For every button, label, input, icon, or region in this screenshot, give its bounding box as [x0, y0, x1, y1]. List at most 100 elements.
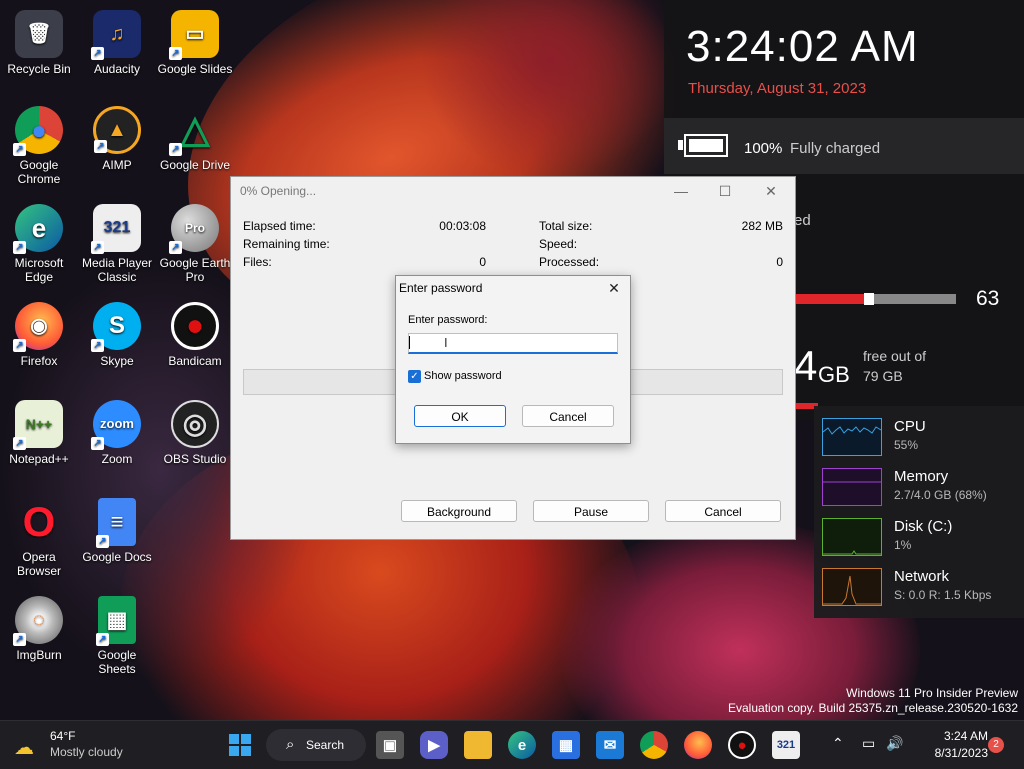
chrome-icon: ● ↗ — [13, 106, 63, 156]
widget-date: Thursday, August 31, 2023 — [688, 80, 867, 97]
desktop-icon-label: Zoom — [101, 452, 133, 466]
microsoft-store-icon[interactable]: ▦ — [552, 731, 580, 759]
file-explorer-icon[interactable] — [464, 731, 492, 759]
obs-icon: ◎ — [171, 400, 219, 448]
desktop-icon-recycle-bin[interactable]: 🗑 Recycle Bin — [0, 10, 78, 76]
desktop-icon-imgburn[interactable]: ◌ ↗ ImgBurn — [0, 596, 78, 662]
ok-button[interactable]: OK — [414, 405, 506, 427]
disk-total: 79 GB — [863, 368, 903, 384]
elapsed-time-label: Elapsed time: — [243, 219, 316, 233]
desktop-icon-opera-browser[interactable]: O Opera Browser — [0, 498, 78, 579]
edge-taskbar-icon[interactable]: e — [508, 731, 536, 759]
taskbar-search[interactable]: ⌕ Search — [266, 729, 366, 761]
cpu-graph — [822, 418, 882, 456]
password-dialog-close-icon[interactable]: ✕ — [602, 278, 626, 298]
bandicam-icon: ● — [171, 302, 219, 350]
skype-icon: S ↗ — [91, 302, 141, 352]
desktop-icon-notepad-plus-plus[interactable]: N++ ↗ Notepad++ — [0, 400, 78, 466]
desktop-icon-skype[interactable]: S ↗ Skype — [78, 302, 156, 368]
processed-label: Processed: — [539, 255, 600, 269]
password-input[interactable] — [408, 333, 618, 354]
chevron-up-icon[interactable]: ⌃ — [832, 735, 844, 752]
desktop-icon-label: Google Chrome — [17, 158, 61, 186]
password-dialog: Enter password ✕ Enter password: I ✓ Sho… — [395, 275, 631, 444]
desktop-icon-google-docs[interactable]: ≡ ↗ Google Docs — [78, 498, 156, 564]
network-graph — [822, 568, 882, 606]
desktop-icon-label: Microsoft Edge — [14, 256, 64, 284]
desktop-icon-google-sheets[interactable]: ▦ ↗ Google Sheets — [78, 596, 156, 676]
desktop-icon-bandicam[interactable]: ● Bandicam — [156, 302, 234, 368]
search-label: Search — [306, 738, 345, 752]
weather-widget[interactable]: ☁ — [14, 731, 44, 759]
notification-badge[interactable]: 2 — [988, 737, 1004, 753]
speed-label: Speed: — [539, 237, 578, 251]
monitor-name: CPU — [894, 418, 926, 435]
firefox-taskbar-icon[interactable] — [684, 731, 712, 759]
files-label: Files: — [243, 255, 272, 269]
watermark-line-2: Evaluation copy. Build 25375.zn_release.… — [728, 701, 1018, 715]
audacity-icon: ♫ ↗ — [91, 10, 141, 60]
disk-graph — [822, 518, 882, 556]
close-button[interactable]: ✕ — [749, 179, 793, 203]
desktop-icon-google-earth-pro[interactable]: Pro ↗ Google Earth Pro — [156, 204, 234, 284]
monitor-row-disk[interactable]: Disk (C:) 1% — [822, 514, 1022, 558]
desktop-icon-label: Google Docs — [82, 550, 152, 564]
taskbar-time: 3:24 AM — [943, 729, 988, 743]
google-docs-icon: ≡ ↗ — [96, 498, 136, 548]
network-icon[interactable]: ▭ — [862, 735, 875, 752]
desktop-icon-label: Google Slides — [157, 62, 233, 76]
media-player-icon: 321 ↗ — [91, 204, 141, 254]
desktop-icon-label: OBS Studio — [163, 452, 227, 466]
desktop-icon-label: Google Sheets — [97, 648, 137, 676]
desktop-icon-microsoft-edge[interactable]: e ↗ Microsoft Edge — [0, 204, 78, 284]
windows-watermark: Windows 11 Pro Insider Preview Evaluatio… — [728, 686, 1018, 716]
maximize-button[interactable]: ☐ — [703, 179, 747, 203]
desktop-icon-google-chrome[interactable]: ● ↗ Google Chrome — [0, 106, 78, 186]
task-view-icon[interactable]: ▣ — [376, 731, 404, 759]
monitor-row-memory[interactable]: Memory 2.7/4.0 GB (68%) — [822, 464, 1022, 508]
recycle-bin-icon: 🗑 — [15, 10, 63, 58]
start-button[interactable] — [226, 731, 254, 759]
total-size-label: Total size: — [539, 219, 593, 233]
memory-graph — [822, 468, 882, 506]
zoom-icon: zoom ↗ — [91, 400, 141, 450]
battery-widget: 100% Fully charged — [664, 118, 1024, 174]
monitor-value: 2.7/4.0 GB (68%) — [894, 488, 987, 502]
disk-free-number: 4 — [794, 342, 818, 389]
desktop-icon-aimp[interactable]: ▲ ↗ AIMP — [78, 106, 156, 172]
taskbar-clock[interactable]: 3:24 AM 8/31/2023 — [914, 729, 988, 760]
show-password-checkbox[interactable]: ✓ — [408, 370, 421, 383]
desktop-icon-audacity[interactable]: ♫ ↗ Audacity — [78, 10, 156, 76]
monitor-row-cpu[interactable]: CPU 55% — [822, 414, 1022, 458]
minimize-button[interactable]: — — [659, 179, 703, 203]
password-cancel-button[interactable]: Cancel — [522, 405, 614, 427]
teams-chat-icon[interactable]: ▶ — [420, 731, 448, 759]
desktop-icon-obs-studio[interactable]: ◎ OBS Studio — [156, 400, 234, 466]
cancel-operation-button[interactable]: Cancel — [665, 500, 781, 522]
edge-icon: e ↗ — [13, 204, 63, 254]
monitor-name: Memory — [894, 468, 949, 485]
files-value: 0 — [479, 255, 486, 269]
aimp-icon: ▲ ↗ — [93, 106, 141, 154]
desktop-icon-google-slides[interactable]: ▭ ↗ Google Slides — [156, 10, 234, 76]
chrome-taskbar-icon[interactable] — [640, 731, 668, 759]
desktop-icon-label: Recycle Bin — [7, 62, 71, 76]
media-player-taskbar-icon[interactable]: 321 — [772, 731, 800, 759]
battery-icon — [678, 134, 728, 157]
desktop-icon-zoom[interactable]: zoom ↗ Zoom — [78, 400, 156, 466]
volume-icon[interactable]: 🔊 — [886, 735, 903, 752]
desktop-icon-google-drive[interactable]: △ ↗ Google Drive — [156, 106, 234, 172]
desktop-icon-label: Opera Browser — [16, 550, 61, 578]
desktop-icon-label: Firefox — [20, 354, 58, 368]
mail-icon[interactable]: ✉ — [596, 731, 624, 759]
background-button[interactable]: Background — [401, 500, 517, 522]
desktop-icon-label: Media Player Classic — [81, 256, 153, 284]
desktop-icon-label: Audacity — [93, 62, 141, 76]
desktop-icon-media-player-classic[interactable]: 321 ↗ Media Player Classic — [78, 204, 156, 284]
monitor-row-network[interactable]: Network S: 0.0 R: 1.5 Kbps — [822, 564, 1022, 608]
battery-percent: 100% — [744, 140, 783, 157]
bandicam-taskbar-icon[interactable]: ● — [728, 731, 756, 759]
desktop-icon-firefox[interactable]: ◉ ↗ Firefox — [0, 302, 78, 368]
pause-button[interactable]: Pause — [533, 500, 649, 522]
disk-free-unit: GB — [818, 362, 850, 387]
